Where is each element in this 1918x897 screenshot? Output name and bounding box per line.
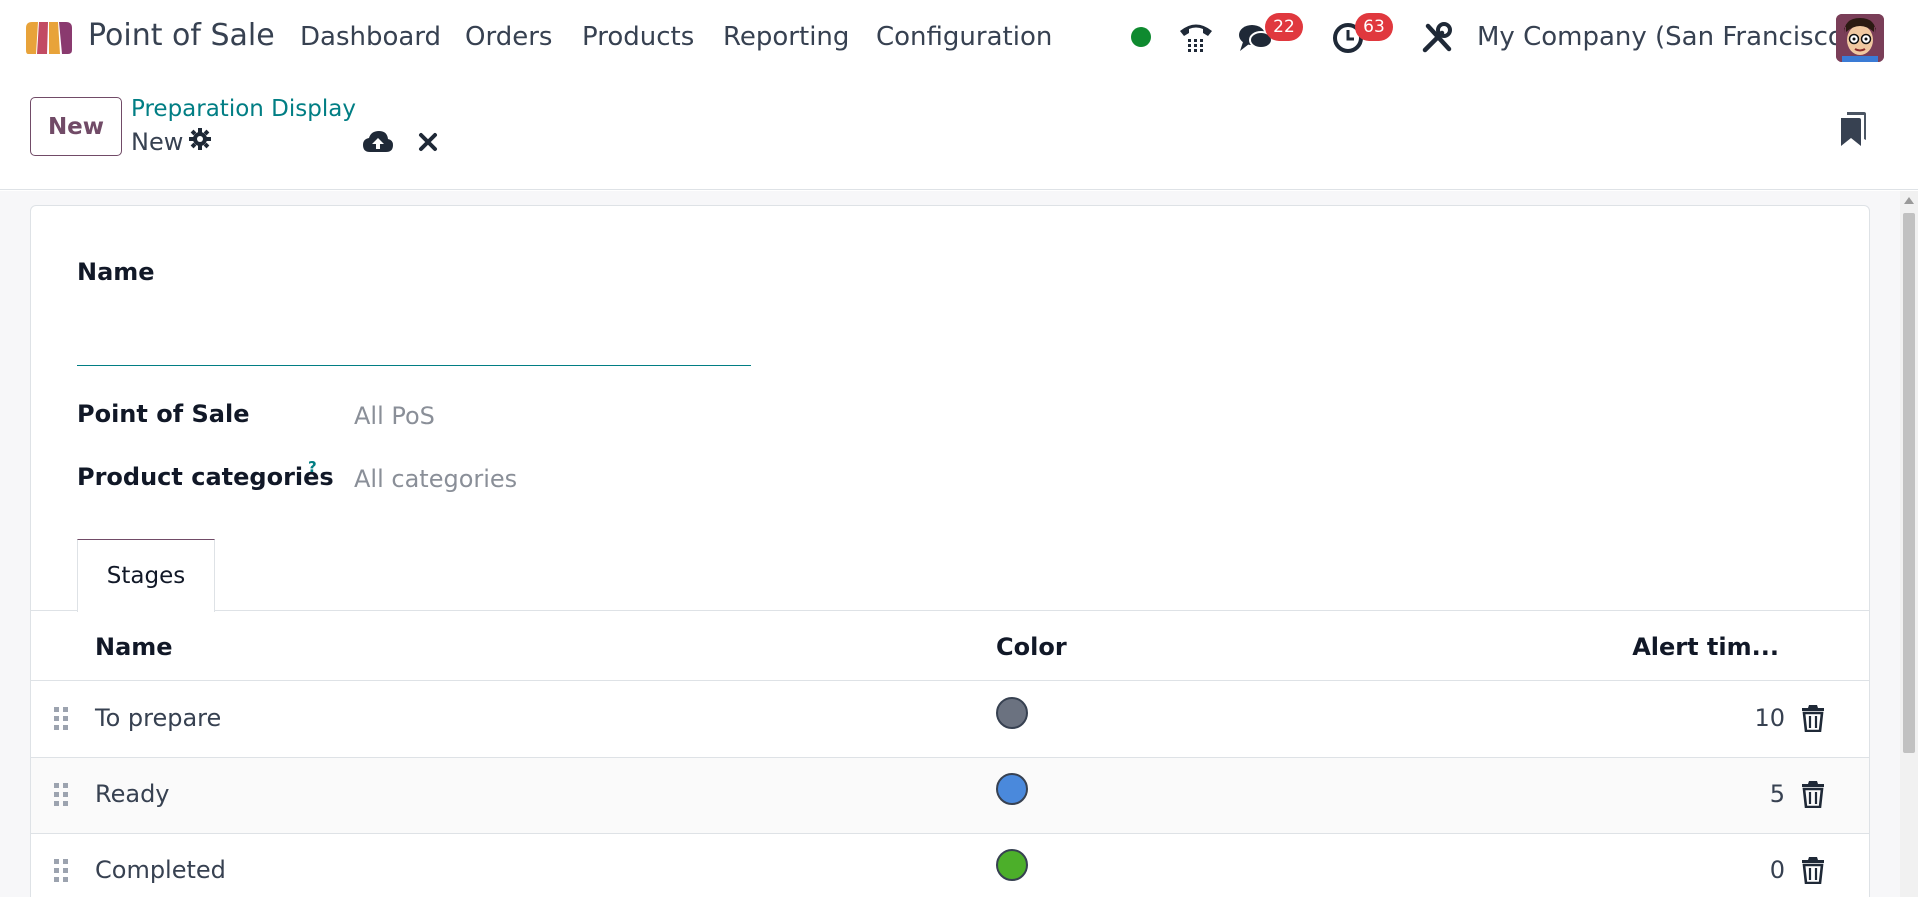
scrollbar-thumb[interactable]: [1903, 213, 1915, 753]
phone-icon[interactable]: [1176, 18, 1216, 58]
drag-handle-icon[interactable]: [53, 858, 69, 884]
tab-stages[interactable]: Stages: [77, 539, 215, 612]
breadcrumb-preparation-display[interactable]: Preparation Display: [131, 96, 356, 122]
column-header-name[interactable]: Name: [95, 633, 173, 661]
menu-reporting[interactable]: Reporting: [723, 22, 849, 52]
name-input[interactable]: [77, 306, 751, 366]
drag-handle-icon[interactable]: [53, 782, 69, 808]
stage-name: To prepare: [95, 704, 222, 732]
messages-count-badge: 22: [1265, 13, 1303, 41]
stage-color-swatch[interactable]: [996, 773, 1028, 805]
menu-orders[interactable]: Orders: [465, 22, 552, 52]
point-of-sale-label: Point of Sale: [77, 400, 250, 428]
stage-alert-time: 10: [1754, 704, 1785, 732]
cloud-upload-icon[interactable]: [362, 126, 394, 158]
app-name[interactable]: Point of Sale: [88, 18, 275, 53]
column-header-alert-time[interactable]: Alert tim...: [1632, 633, 1779, 661]
product-categories-field[interactable]: All categories: [354, 465, 517, 493]
stage-alert-time: 5: [1769, 780, 1785, 808]
bookmark-icon[interactable]: [1838, 110, 1868, 153]
menu-configuration[interactable]: Configuration: [876, 22, 1052, 52]
trash-icon[interactable]: [1801, 780, 1825, 809]
column-header-color[interactable]: Color: [996, 633, 1067, 661]
stage-alert-time: 0: [1769, 856, 1785, 884]
trash-icon[interactable]: [1801, 856, 1825, 885]
trash-icon[interactable]: [1801, 704, 1825, 733]
presence-status-icon[interactable]: [1131, 27, 1151, 47]
table-row[interactable]: Ready 5: [31, 758, 1869, 834]
record-title: New: [131, 128, 212, 156]
user-avatar[interactable]: [1836, 14, 1884, 62]
new-button[interactable]: New: [30, 97, 122, 156]
close-icon[interactable]: [412, 126, 444, 158]
menu-dashboard[interactable]: Dashboard: [300, 22, 441, 52]
product-categories-label: Product categories: [77, 463, 334, 491]
top-navbar: Point of Sale Dashboard Orders Products …: [0, 0, 1918, 78]
form-sheet: Name Point of Sale All PoS Product categ…: [30, 205, 1870, 897]
stage-name: Ready: [95, 780, 170, 808]
pos-logo-icon[interactable]: [24, 20, 74, 56]
stage-color-swatch[interactable]: [996, 697, 1028, 729]
table-row[interactable]: To prepare 10: [31, 682, 1869, 758]
tools-icon[interactable]: [1417, 18, 1457, 58]
stage-color-swatch[interactable]: [996, 849, 1028, 881]
point-of-sale-field[interactable]: All PoS: [354, 402, 435, 430]
menu-products[interactable]: Products: [582, 22, 694, 52]
stage-name: Completed: [95, 856, 226, 884]
gear-icon[interactable]: [189, 128, 212, 156]
table-row[interactable]: Completed 0: [31, 834, 1869, 897]
name-label: Name: [77, 258, 155, 286]
activities-count-badge: 63: [1355, 13, 1393, 41]
record-title-text: New: [131, 128, 184, 156]
company-switcher[interactable]: My Company (San Francisco): [1477, 22, 1854, 52]
stages-table-header: Name Color Alert tim...: [31, 611, 1869, 681]
drag-handle-icon[interactable]: [53, 706, 69, 732]
help-tooltip-icon[interactable]: ?: [308, 458, 317, 476]
control-panel: New Preparation Display New: [0, 78, 1918, 190]
scroll-up-arrow-icon[interactable]: [1904, 197, 1914, 204]
vertical-scrollbar[interactable]: [1900, 191, 1918, 897]
